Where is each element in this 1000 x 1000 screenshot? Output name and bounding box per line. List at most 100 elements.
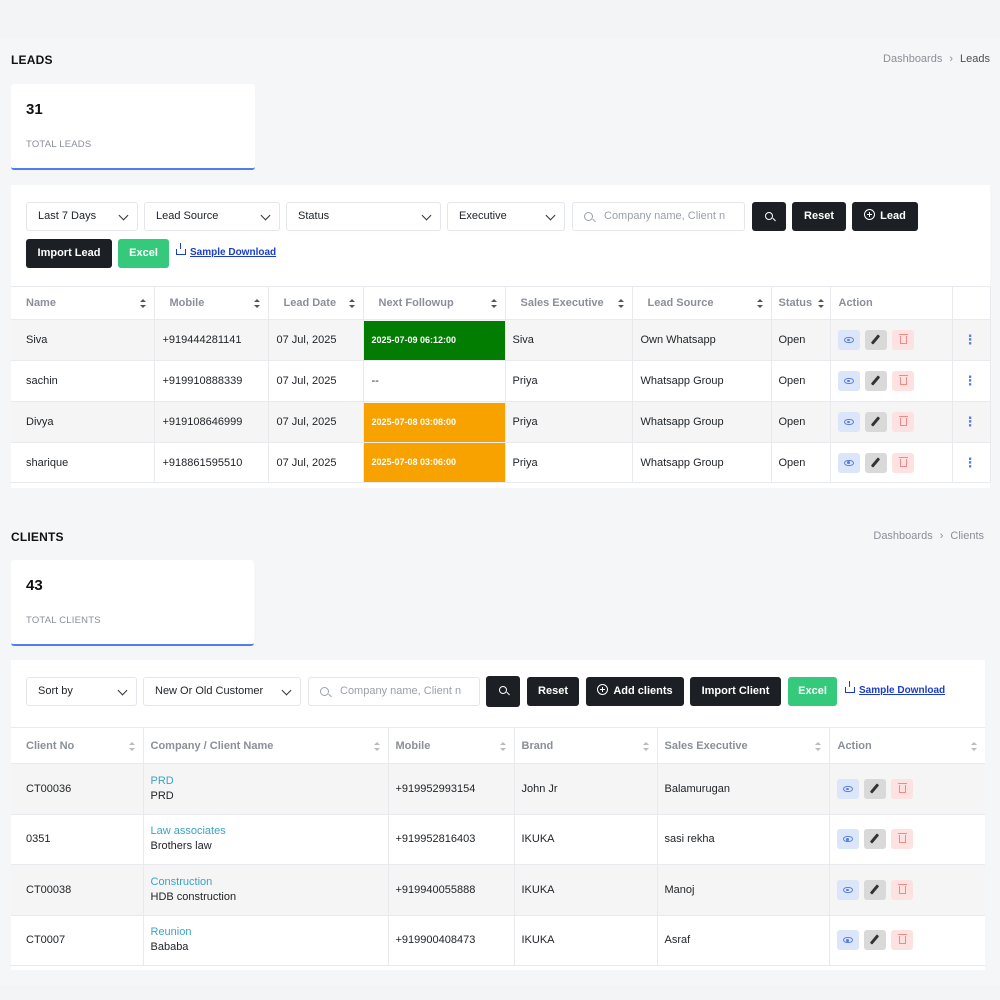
view-button[interactable] — [836, 930, 859, 951]
view-button[interactable] — [836, 879, 859, 900]
col-header-next-followup[interactable]: Next Followup — [363, 286, 506, 320]
col-header-status[interactable]: Status — [771, 286, 831, 320]
leads-search-button[interactable] — [752, 202, 786, 231]
lead-mobile: +919910888339 — [154, 360, 269, 402]
company-name-link[interactable]: Reunion — [151, 925, 388, 940]
client-brand: IKUKA — [514, 864, 658, 916]
delete-button[interactable] — [890, 879, 913, 900]
import-client-button[interactable]: Import Client — [690, 677, 781, 706]
next-followup-cell: 2025-07-08 03:06:00 — [363, 442, 506, 483]
leads-sample-download-link[interactable]: Sample Download — [176, 243, 276, 258]
clients-excel-button[interactable]: Excel — [788, 677, 837, 706]
view-button[interactable] — [837, 452, 860, 473]
edit-button[interactable] — [863, 930, 886, 951]
more-options-button[interactable]: ⋮ — [952, 401, 991, 443]
pencil-icon — [869, 833, 879, 844]
breadcrumb-separator-icon: › — [939, 530, 944, 542]
lead-mobile: +919444281141 — [154, 319, 269, 361]
download-icon — [845, 681, 855, 693]
col-header-client-mobile[interactable]: Mobile — [388, 727, 515, 764]
delete-button[interactable] — [891, 371, 914, 391]
eye-icon — [843, 459, 854, 466]
more-options-button[interactable]: ⋮ — [952, 360, 991, 402]
edit-button[interactable] — [864, 330, 887, 350]
plus-circle-icon — [597, 684, 609, 695]
edit-button[interactable] — [864, 452, 887, 473]
col-header-client-action[interactable]: Action — [829, 727, 985, 764]
col-header-client-sales-executive[interactable]: Sales Executive — [657, 727, 830, 764]
col-header-lead-source[interactable]: Lead Source — [632, 286, 772, 320]
edit-button[interactable] — [863, 829, 886, 850]
col-header-mobile[interactable]: Mobile — [154, 286, 269, 320]
lead-source-select[interactable]: Lead Source — [144, 202, 280, 231]
trash-icon — [897, 934, 907, 945]
breadcrumb-current: Leads — [960, 53, 990, 65]
delete-button[interactable] — [890, 778, 913, 799]
more-options-button[interactable]: ⋮ — [952, 442, 991, 483]
clients-reset-button[interactable]: Reset — [527, 677, 579, 706]
customer-type-select[interactable]: New Or Old Customer — [143, 677, 301, 706]
sort-icon — [756, 299, 763, 308]
leads-page-title: LEADS — [11, 53, 53, 67]
company-name-link[interactable]: PRD — [151, 774, 388, 789]
lead-date: 07 Jul, 2025 — [268, 401, 364, 443]
company-name-link[interactable]: Construction — [151, 875, 388, 890]
client-actions — [829, 915, 985, 966]
add-lead-button[interactable]: Lead — [852, 202, 918, 231]
edit-button[interactable] — [864, 412, 887, 432]
lead-source-value: Lead Source — [156, 210, 219, 222]
breadcrumb-dashboards-link[interactable]: Dashboards — [873, 530, 932, 542]
delete-button[interactable] — [891, 412, 914, 432]
breadcrumb-dashboards-link[interactable]: Dashboards — [883, 53, 942, 65]
edit-button[interactable] — [863, 778, 886, 799]
sort-icon — [348, 299, 355, 308]
search-icon — [499, 686, 507, 694]
client-mobile: +919952993154 — [388, 763, 515, 815]
leads-search-input[interactable]: Company name, Client n — [572, 202, 745, 231]
company-name-link[interactable]: Law associates — [151, 824, 388, 839]
executive-select[interactable]: Executive — [447, 202, 565, 231]
sort-icon — [499, 742, 506, 751]
view-button[interactable] — [837, 330, 860, 350]
more-options-button[interactable]: ⋮ — [952, 319, 991, 361]
delete-button[interactable] — [891, 330, 914, 350]
col-header-brand[interactable]: Brand — [514, 727, 658, 764]
view-button[interactable] — [836, 778, 859, 799]
col-header-lead-date[interactable]: Lead Date — [268, 286, 364, 320]
leads-reset-button[interactable]: Reset — [792, 202, 846, 231]
delete-button[interactable] — [891, 452, 914, 473]
leads-excel-button[interactable]: Excel — [118, 239, 169, 268]
trash-icon — [898, 375, 908, 385]
lead-source: Whatsapp Group — [632, 360, 772, 402]
next-followup-cell: -- — [363, 360, 506, 402]
date-range-select[interactable]: Last 7 Days — [26, 202, 138, 231]
status-select[interactable]: Status — [286, 202, 441, 231]
edit-button[interactable] — [864, 371, 887, 391]
client-sales-executive: Balamurugan — [657, 763, 830, 815]
add-clients-button[interactable]: Add clients — [586, 677, 684, 706]
view-button[interactable] — [836, 829, 859, 850]
clients-sample-download-link[interactable]: Sample Download — [845, 681, 945, 696]
breadcrumb-current: Clients — [950, 530, 984, 542]
col-header-company-client-name[interactable]: Company / Client Name — [143, 727, 389, 764]
import-lead-button[interactable]: Import Lead — [26, 239, 112, 268]
col-header-sales-executive[interactable]: Sales Executive — [505, 286, 633, 320]
trash-icon — [898, 416, 908, 426]
client-name: HDB construction — [150, 890, 237, 903]
delete-button[interactable] — [890, 930, 913, 951]
sort-by-select[interactable]: Sort by — [26, 677, 137, 706]
delete-button[interactable] — [890, 829, 913, 850]
lead-mobile: +919108646999 — [154, 401, 269, 443]
col-header-client-no[interactable]: Client No — [11, 727, 144, 764]
lead-sales-executive: Priya — [505, 442, 633, 483]
pencil-icon — [869, 934, 879, 945]
next-followup-cell: 2025-07-08 03:08:00 — [363, 401, 506, 443]
col-header-name[interactable]: Name — [11, 286, 155, 320]
view-button[interactable] — [837, 371, 860, 391]
clients-search-button[interactable] — [486, 676, 520, 707]
view-button[interactable] — [837, 412, 860, 432]
edit-button[interactable] — [863, 879, 886, 900]
clients-search-input[interactable]: Company name, Client n — [308, 677, 480, 706]
leads-search-placeholder: Company name, Client n — [604, 210, 726, 222]
col-header-action: Action — [830, 286, 953, 320]
